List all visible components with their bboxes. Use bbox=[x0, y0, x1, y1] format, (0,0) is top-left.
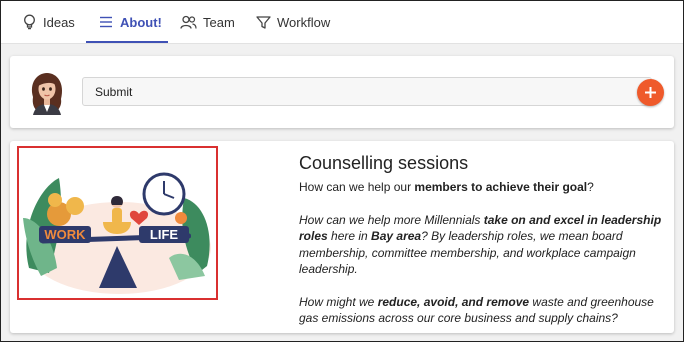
image-life-text: LIFE bbox=[150, 227, 178, 242]
work-life-balance-image[interactable]: WORK LIFE bbox=[17, 146, 218, 300]
content-card: WORK LIFE Counselling sessions How can w… bbox=[10, 141, 674, 333]
avatar[interactable] bbox=[26, 71, 68, 115]
composer-card: Submit bbox=[10, 56, 674, 128]
menu-icon bbox=[100, 16, 112, 28]
tab-workflow-label: Workflow bbox=[277, 14, 331, 30]
people-icon bbox=[180, 15, 197, 29]
image-work-text: WORK bbox=[44, 227, 86, 242]
active-tab-indicator bbox=[86, 41, 168, 43]
tab-about-label: About! bbox=[120, 14, 162, 30]
tab-workflow[interactable]: Workflow bbox=[256, 1, 330, 43]
leadership-paragraph: How can we help more Millennials take on… bbox=[299, 212, 662, 277]
intro-text: How can we help our members to achieve t… bbox=[299, 180, 594, 194]
submit-input[interactable]: Submit bbox=[82, 77, 652, 106]
plus-icon bbox=[645, 87, 656, 98]
tab-team[interactable]: Team bbox=[180, 1, 235, 43]
description-block: Counselling sessions How can we help our… bbox=[299, 153, 669, 327]
tab-about[interactable]: About! bbox=[99, 1, 162, 43]
tab-ideas-label: Ideas bbox=[43, 14, 75, 30]
tab-bar: Ideas About! Team Workflow bbox=[1, 1, 683, 44]
lightbulb-icon bbox=[24, 14, 35, 30]
tab-ideas[interactable]: Ideas bbox=[22, 1, 75, 43]
waste-paragraph: How might we reduce, avoid, and remove w… bbox=[299, 294, 654, 326]
tab-team-label: Team bbox=[203, 14, 235, 30]
page-title: Counselling sessions bbox=[299, 153, 469, 173]
add-button[interactable] bbox=[637, 79, 664, 106]
filter-icon bbox=[256, 15, 271, 29]
